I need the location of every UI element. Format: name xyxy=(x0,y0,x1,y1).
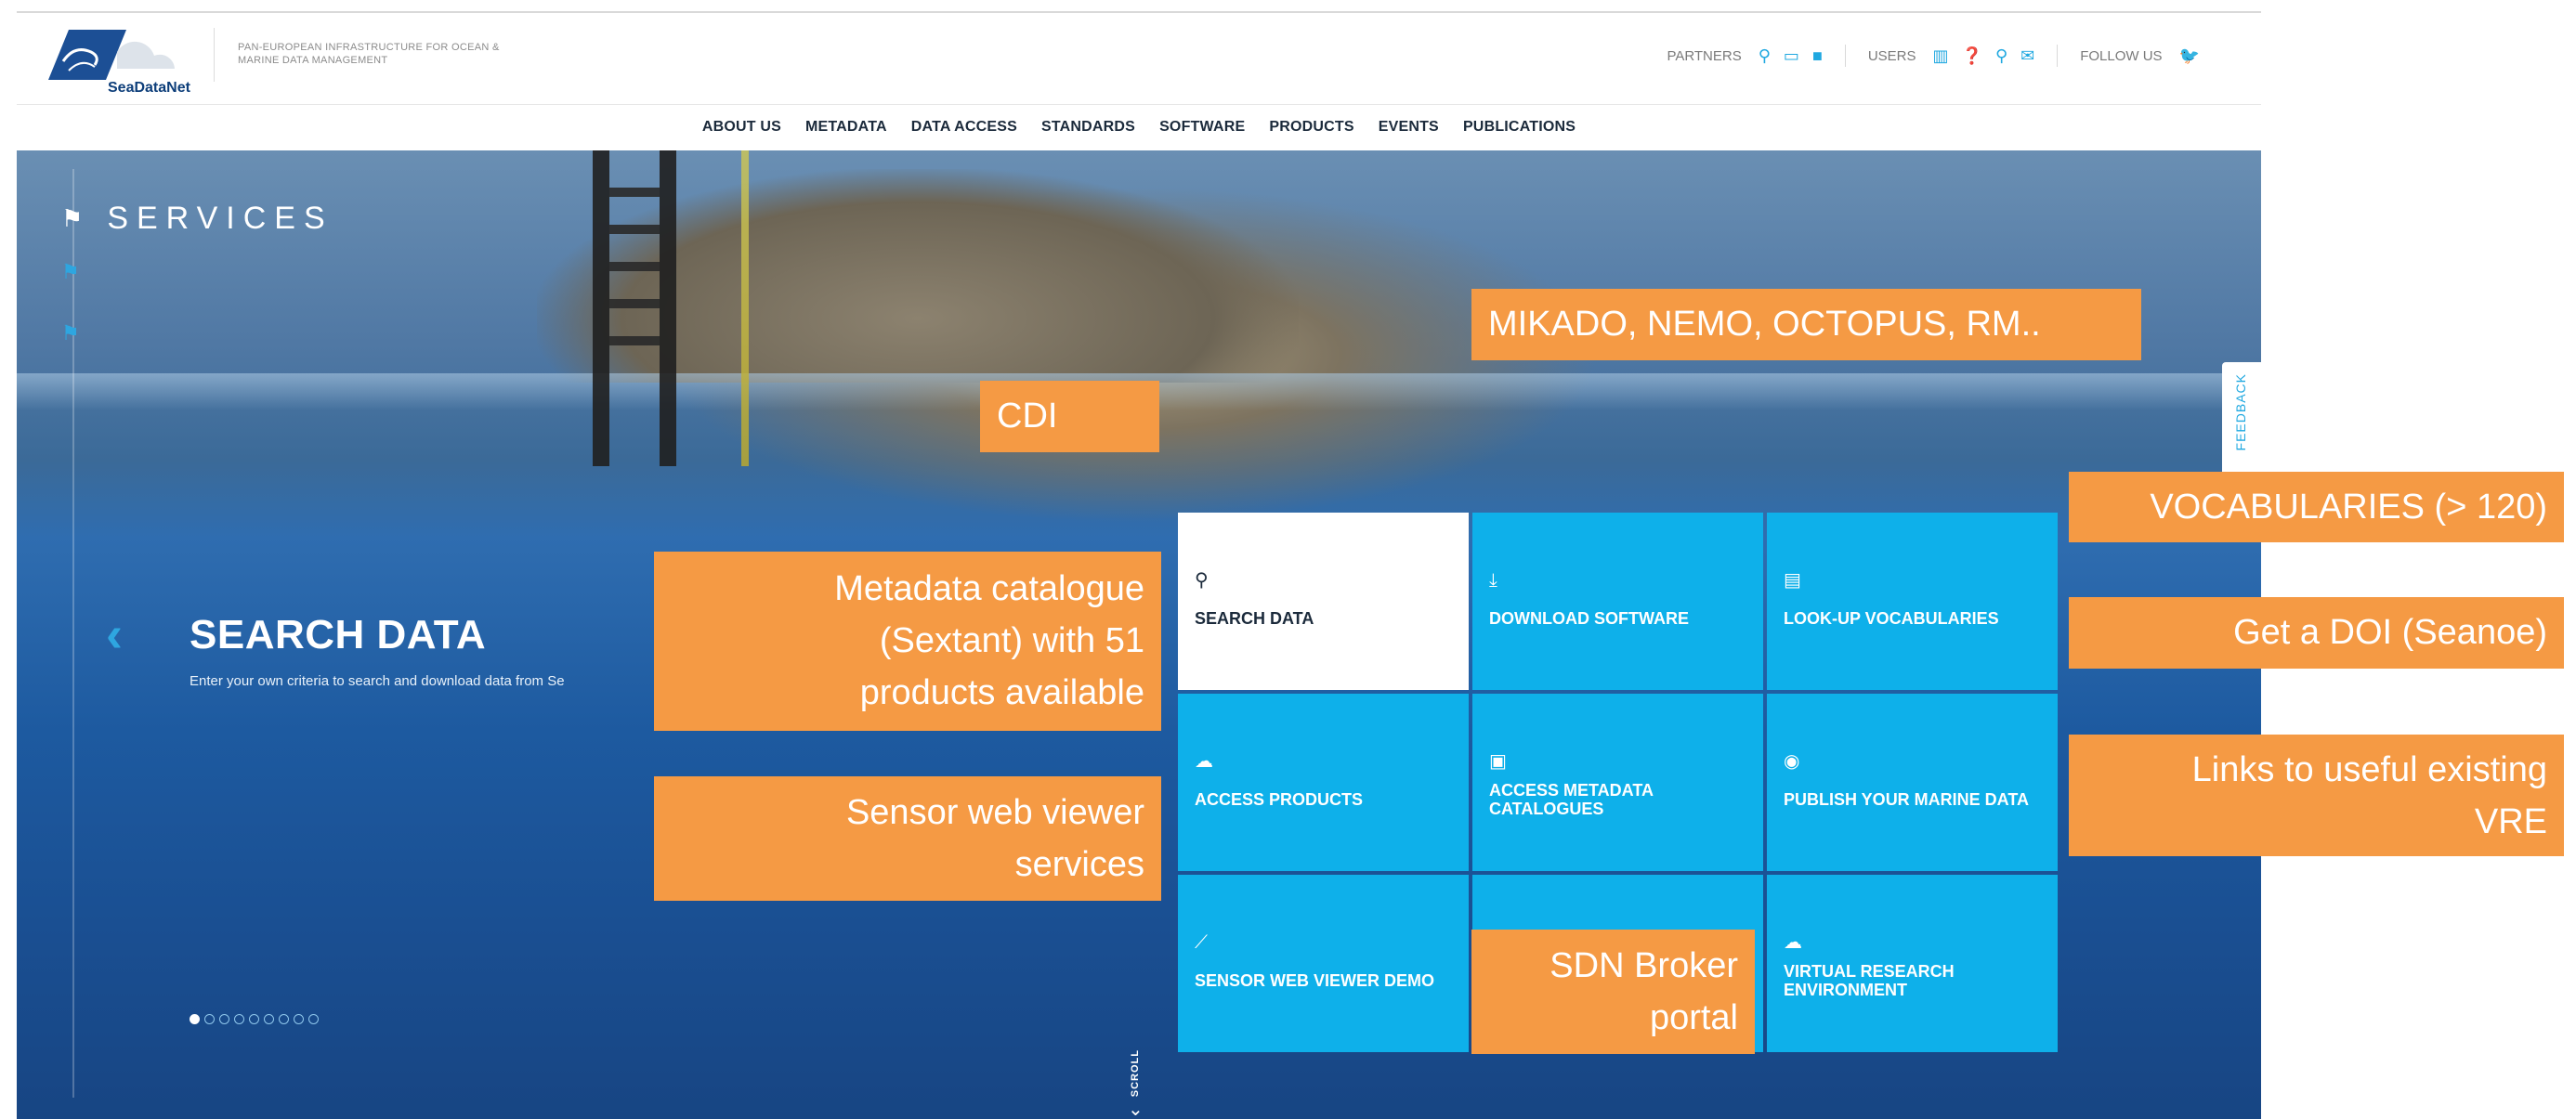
side-flag-icon[interactable]: ⚑ xyxy=(61,260,80,284)
scroll-label[interactable]: SCROLL xyxy=(1130,1049,1141,1097)
callout-doi: Get a DOI (Seanoe) xyxy=(2069,597,2564,669)
follow-label[interactable]: FOLLOW US xyxy=(2080,48,2162,64)
service-tile-label: ACCESS PRODUCTS xyxy=(1195,790,1364,809)
service-tile-label: ACCESS METADATA CATALOGUES xyxy=(1489,781,1654,818)
slide-pagination xyxy=(190,1014,319,1024)
services-label: SERVICES xyxy=(107,201,333,236)
header-separator xyxy=(1844,45,1846,67)
nav-data-access[interactable]: DATA ACCESS xyxy=(911,119,1017,136)
main-nav: ABOUT US METADATA DATA ACCESS STANDARDS … xyxy=(17,104,2261,149)
header-links: PARTNERS ⚲ ▭ ■ USERS ▥ ❓ ⚲ ✉ FOLLOW US 🐦 xyxy=(1667,45,2200,67)
chart-icon[interactable]: ▥ xyxy=(1933,47,1949,64)
twitter-icon[interactable]: 🐦 xyxy=(2179,47,2200,64)
cloud-icon: ☁ xyxy=(1195,751,1213,772)
line-chart-icon: ⟋ xyxy=(1195,932,1208,953)
search-icon[interactable]: ⚲ xyxy=(1995,47,2007,64)
laptop-icon[interactable]: ▭ xyxy=(1784,47,1799,64)
hero-rope xyxy=(741,150,749,466)
hero-instrument-frame xyxy=(593,150,676,466)
nav-software[interactable]: SOFTWARE xyxy=(1159,119,1245,136)
book-icon: ▤ xyxy=(1784,570,1801,591)
nav-events[interactable]: EVENTS xyxy=(1379,119,1439,136)
nav-metadata[interactable]: METADATA xyxy=(805,119,887,136)
slide-dot[interactable] xyxy=(264,1014,274,1024)
callout-vre: Links to useful existing VRE xyxy=(2069,735,2564,856)
hero-guide-line xyxy=(72,169,74,1098)
nav-publications[interactable]: PUBLICATIONS xyxy=(1463,119,1576,136)
flag-icon[interactable]: ■ xyxy=(1812,47,1823,64)
callout-vocabularies: VOCABULARIES (> 120) xyxy=(2069,472,2564,542)
key-icon[interactable]: ⚲ xyxy=(1759,47,1771,64)
document-icon: ▣ xyxy=(1489,751,1507,772)
slide-dot[interactable] xyxy=(219,1014,229,1024)
slide-prev-arrow-icon[interactable]: ‹ xyxy=(106,605,123,663)
nav-about-us[interactable]: ABOUT US xyxy=(702,119,781,136)
logo-separator xyxy=(214,28,215,82)
download-icon: ⤓ xyxy=(1489,570,1497,591)
slide-dot[interactable] xyxy=(294,1014,304,1024)
top-divider xyxy=(17,11,2261,13)
service-tile[interactable]: ⟋ SENSOR WEB VIEWER DEMO xyxy=(1178,875,1469,1052)
service-tile[interactable]: ◉ PUBLISH YOUR MARINE DATA xyxy=(1767,694,2058,871)
callout-mikado: MIKADO, NEMO, OCTOPUS, RM.. xyxy=(1471,289,2141,360)
users-label[interactable]: USERS xyxy=(1868,48,1916,64)
logo-text: SeaDataNet xyxy=(108,80,190,96)
service-tile-label: SENSOR WEB VIEWER DEMO xyxy=(1195,971,1435,990)
services-flag-icon: ⚑ xyxy=(61,204,84,232)
service-tile[interactable]: ☁ VIRTUAL RESEARCH ENVIRONMENT xyxy=(1767,875,2058,1052)
service-tile-label: DOWNLOAD SOFTWARE xyxy=(1489,609,1689,628)
mail-icon[interactable]: ✉ xyxy=(2020,47,2034,64)
slide-title: SEARCH DATA xyxy=(190,612,487,657)
service-tile-label: PUBLISH YOUR MARINE DATA xyxy=(1784,790,2030,809)
header-separator xyxy=(2057,45,2059,67)
service-tile-label: SEARCH DATA xyxy=(1195,609,1314,628)
slide-dot[interactable] xyxy=(234,1014,244,1024)
service-tile[interactable]: ⚲ SEARCH DATA xyxy=(1178,513,1469,690)
site-tagline: PAN-EUROPEAN INFRASTRUCTURE FOR OCEAN & … xyxy=(238,42,500,66)
cloud-icon: ☁ xyxy=(1784,932,1802,953)
feedback-tab[interactable]: FEEDBACK xyxy=(2222,362,2261,485)
service-tile[interactable]: ⤓ DOWNLOAD SOFTWARE xyxy=(1472,513,1763,690)
callout-metadata-catalogue: Metadata catalogue (Sextant) with 51 pro… xyxy=(654,552,1161,731)
side-flag-icon[interactable]: ⚑ xyxy=(61,321,80,345)
slide-subtitle: Enter your own criteria to search and do… xyxy=(190,673,565,689)
service-tile[interactable]: ☁ ACCESS PRODUCTS xyxy=(1178,694,1469,871)
slide-dot[interactable] xyxy=(279,1014,289,1024)
callout-cdi: CDI xyxy=(980,381,1159,452)
slide-dot[interactable] xyxy=(308,1014,319,1024)
service-tile[interactable]: ▣ ACCESS METADATA CATALOGUES xyxy=(1472,694,1763,871)
slide-dot[interactable] xyxy=(190,1014,200,1024)
slide-dot[interactable] xyxy=(204,1014,215,1024)
scroll-down-chevron-icon[interactable]: ⌄ xyxy=(1128,1098,1144,1119)
seadatanet-logo[interactable]: SeaDataNet xyxy=(41,24,199,98)
doi-icon: ◉ xyxy=(1784,751,1800,772)
callout-sensor-web: Sensor web viewer services xyxy=(654,776,1161,901)
service-tile[interactable]: ▤ LOOK-UP VOCABULARIES xyxy=(1767,513,2058,690)
help-icon[interactable]: ❓ xyxy=(1962,47,1982,64)
slide-dot[interactable] xyxy=(249,1014,259,1024)
nav-products[interactable]: PRODUCTS xyxy=(1269,119,1353,136)
service-tile-label: VIRTUAL RESEARCH ENVIRONMENT xyxy=(1784,962,1955,999)
feedback-label: FEEDBACK xyxy=(2233,373,2248,451)
partners-label[interactable]: PARTNERS xyxy=(1667,48,1741,64)
search-icon: ⚲ xyxy=(1195,570,1209,591)
callout-sdn-broker: SDN Broker portal xyxy=(1471,930,1755,1054)
service-tile-label: LOOK-UP VOCABULARIES xyxy=(1784,609,1999,628)
services-heading: ⚑ SERVICES xyxy=(61,201,333,237)
nav-standards[interactable]: STANDARDS xyxy=(1041,119,1135,136)
